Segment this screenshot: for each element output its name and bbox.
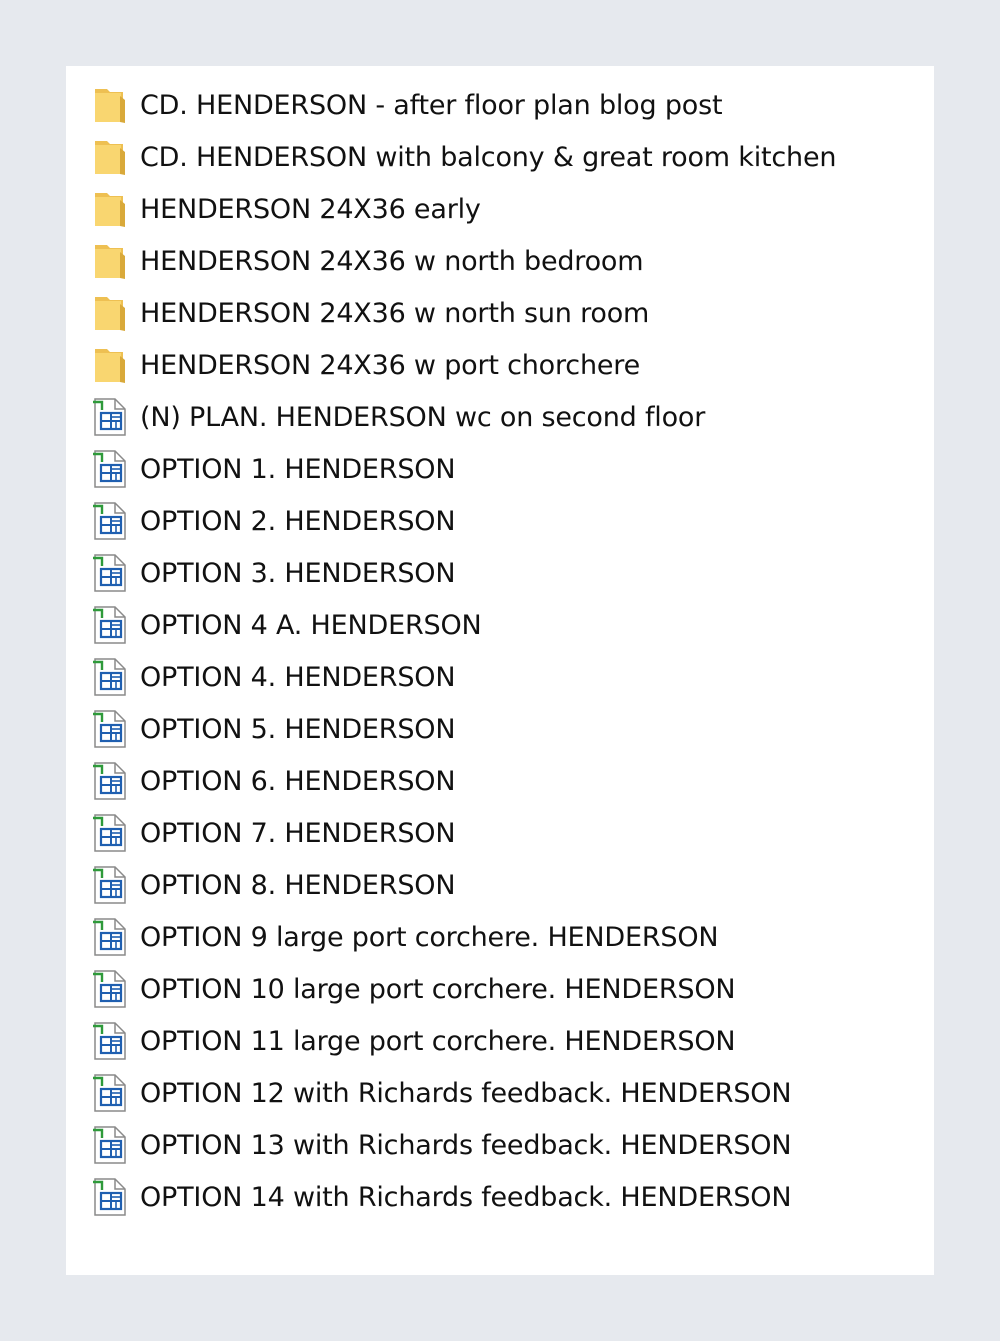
- item-name: OPTION 4. HENDERSON: [140, 661, 456, 693]
- item-name: OPTION 2. HENDERSON: [140, 505, 456, 537]
- folder-item[interactable]: HENDERSON 24X36 w north bedroom: [90, 235, 920, 287]
- file-item[interactable]: OPTION 3. HENDERSON: [90, 547, 920, 599]
- folder-item[interactable]: CD. HENDERSON - after floor plan blog po…: [90, 79, 920, 131]
- item-name: CD. HENDERSON - after floor plan blog po…: [140, 89, 723, 121]
- floor-plan-file-icon: [90, 1125, 130, 1165]
- item-name: OPTION 14 with Richards feedback. HENDER…: [140, 1181, 792, 1213]
- item-name: HENDERSON 24X36 w north bedroom: [140, 245, 644, 277]
- file-list: CD. HENDERSON - after floor plan blog po…: [90, 79, 920, 1223]
- file-item[interactable]: OPTION 7. HENDERSON: [90, 807, 920, 859]
- file-item[interactable]: OPTION 9 large port corchere. HENDERSON: [90, 911, 920, 963]
- file-item[interactable]: OPTION 10 large port corchere. HENDERSON: [90, 963, 920, 1015]
- folder-icon: [90, 137, 130, 177]
- floor-plan-file-icon: [90, 657, 130, 697]
- folder-icon: [90, 293, 130, 333]
- folder-item[interactable]: HENDERSON 24X36 w port chorchere: [90, 339, 920, 391]
- floor-plan-file-icon: [90, 1177, 130, 1217]
- floor-plan-file-icon: [90, 1073, 130, 1113]
- floor-plan-file-icon: [90, 397, 130, 437]
- item-name: CD. HENDERSON with balcony & great room …: [140, 141, 837, 173]
- item-name: OPTION 6. HENDERSON: [140, 765, 456, 797]
- item-name: OPTION 11 large port corchere. HENDERSON: [140, 1025, 736, 1057]
- file-item[interactable]: OPTION 13 with Richards feedback. HENDER…: [90, 1119, 920, 1171]
- item-name: OPTION 3. HENDERSON: [140, 557, 456, 589]
- floor-plan-file-icon: [90, 969, 130, 1009]
- floor-plan-file-icon: [90, 917, 130, 957]
- item-name: OPTION 4 A. HENDERSON: [140, 609, 482, 641]
- folder-item[interactable]: HENDERSON 24X36 w north sun room: [90, 287, 920, 339]
- item-name: OPTION 12 with Richards feedback. HENDER…: [140, 1077, 792, 1109]
- item-name: OPTION 13 with Richards feedback. HENDER…: [140, 1129, 792, 1161]
- floor-plan-file-icon: [90, 501, 130, 541]
- floor-plan-file-icon: [90, 761, 130, 801]
- file-item[interactable]: OPTION 11 large port corchere. HENDERSON: [90, 1015, 920, 1067]
- folder-icon: [90, 85, 130, 125]
- file-item[interactable]: OPTION 6. HENDERSON: [90, 755, 920, 807]
- file-item[interactable]: OPTION 4. HENDERSON: [90, 651, 920, 703]
- item-name: OPTION 8. HENDERSON: [140, 869, 456, 901]
- floor-plan-file-icon: [90, 449, 130, 489]
- folder-icon: [90, 189, 130, 229]
- floor-plan-file-icon: [90, 1021, 130, 1061]
- folder-icon: [90, 241, 130, 281]
- item-name: OPTION 7. HENDERSON: [140, 817, 456, 849]
- file-item[interactable]: OPTION 14 with Richards feedback. HENDER…: [90, 1171, 920, 1223]
- item-name: (N) PLAN. HENDERSON wc on second floor: [140, 401, 706, 433]
- file-item[interactable]: OPTION 4 A. HENDERSON: [90, 599, 920, 651]
- file-item[interactable]: OPTION 2. HENDERSON: [90, 495, 920, 547]
- item-name: OPTION 9 large port corchere. HENDERSON: [140, 921, 719, 953]
- floor-plan-file-icon: [90, 605, 130, 645]
- file-item[interactable]: OPTION 1. HENDERSON: [90, 443, 920, 495]
- file-list-panel: CD. HENDERSON - after floor plan blog po…: [66, 66, 934, 1275]
- folder-item[interactable]: CD. HENDERSON with balcony & great room …: [90, 131, 920, 183]
- file-item[interactable]: OPTION 5. HENDERSON: [90, 703, 920, 755]
- item-name: OPTION 1. HENDERSON: [140, 453, 456, 485]
- item-name: HENDERSON 24X36 w port chorchere: [140, 349, 640, 381]
- file-item[interactable]: OPTION 12 with Richards feedback. HENDER…: [90, 1067, 920, 1119]
- floor-plan-file-icon: [90, 813, 130, 853]
- item-name: HENDERSON 24X36 w north sun room: [140, 297, 650, 329]
- floor-plan-file-icon: [90, 865, 130, 905]
- folder-item[interactable]: HENDERSON 24X36 early: [90, 183, 920, 235]
- item-name: OPTION 10 large port corchere. HENDERSON: [140, 973, 736, 1005]
- file-item[interactable]: OPTION 8. HENDERSON: [90, 859, 920, 911]
- file-item[interactable]: (N) PLAN. HENDERSON wc on second floor: [90, 391, 920, 443]
- folder-icon: [90, 345, 130, 385]
- floor-plan-file-icon: [90, 553, 130, 593]
- floor-plan-file-icon: [90, 709, 130, 749]
- item-name: OPTION 5. HENDERSON: [140, 713, 456, 745]
- item-name: HENDERSON 24X36 early: [140, 193, 481, 225]
